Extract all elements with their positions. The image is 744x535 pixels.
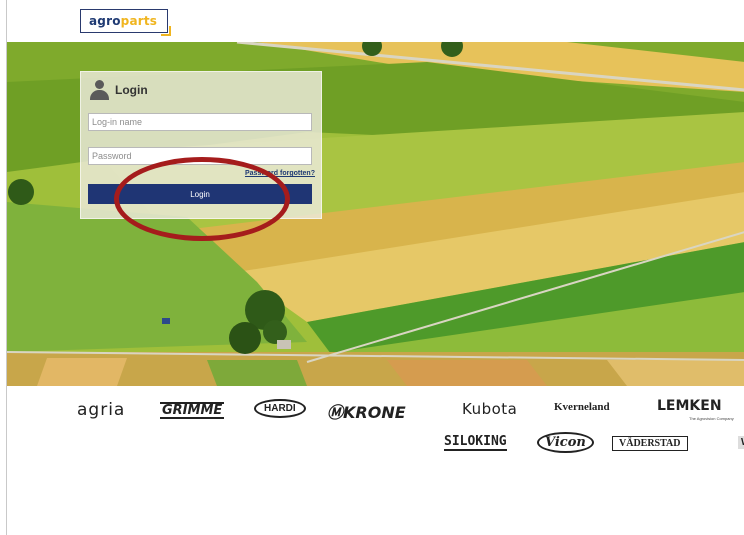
brand-agria[interactable]: agria [77,400,125,420]
logo-text-parts: parts [120,14,158,28]
brand-kverneland[interactable]: Kverneland [554,401,610,413]
brand-partial-w[interactable]: W [738,436,744,449]
login-button[interactable]: Login [88,184,312,204]
login-title: Login [115,83,148,97]
login-panel: Login Password forgotten? Login [80,71,322,219]
login-name-input[interactable] [88,113,312,131]
brand-lemken[interactable]: LEMKEN [657,398,722,414]
user-icon-head [95,80,104,89]
brand-vicon[interactable]: Vicon [537,432,594,453]
logo-corner-mark [161,26,171,36]
password-input[interactable] [88,147,312,165]
brand-kubota[interactable]: Kubota [462,400,517,418]
brand-siloking[interactable]: SILOKING [444,434,507,451]
brand-grimme[interactable]: GRIMME [160,402,225,419]
brand-hardi[interactable]: HARDI [254,399,306,418]
logo-text-agro: agro [89,14,121,28]
agroparts-logo[interactable]: agro parts [80,9,171,36]
brand-lemken-tagline: The Agrovision Company [689,416,734,421]
brand-krone[interactable]: ⓂKRONE [327,399,406,423]
header: agro parts [7,0,744,42]
brand-logo-strip: agria GRIMME HARDI ⓂKRONE Kubota Kvernel… [7,388,744,468]
password-forgotten-link[interactable]: Password forgotten? [245,170,315,177]
user-icon-body [90,90,109,100]
user-icon [89,80,109,100]
page-frame: agro parts Login Log-in name Password fo… [6,0,744,535]
brand-vaderstad[interactable]: VÄDERSTAD [612,436,688,451]
login-header: Login [89,80,148,100]
